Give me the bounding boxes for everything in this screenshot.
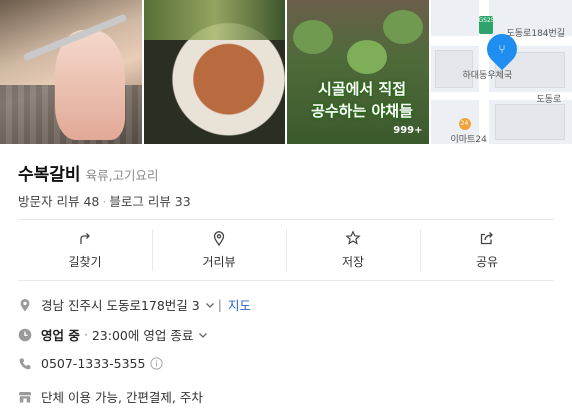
caption-line-1: 시골에서 직접 xyxy=(317,80,407,98)
photo-caption: 시골에서 직접 공수하는 야채들 xyxy=(297,78,427,122)
leaf-shape xyxy=(293,20,333,54)
address-row: 경남 진주시 도동로178번길 3 | 지도 xyxy=(18,295,251,314)
share-label: 공유 xyxy=(475,255,499,269)
blog-reviews-link[interactable]: 블로그 리뷰 33 xyxy=(109,194,190,209)
street-view-icon xyxy=(213,231,225,246)
address-text: 경남 진주시 도동로178번길 3 xyxy=(41,298,200,313)
store-icon xyxy=(18,391,32,402)
photo-gallery: 시골에서 직접 공수하는 야채들 999+ 도동로184번길 도동로 하대동우체… xyxy=(0,0,572,144)
phone-icon xyxy=(19,358,31,369)
gallery-map-thumbnail[interactable]: 도동로184번길 도동로 하대동우체국 이마트24 GS25 24 ⑂ xyxy=(430,0,572,144)
phone-number[interactable]: 0507-1333-5355 xyxy=(41,356,145,371)
map-road-label: 도동로 xyxy=(536,95,562,105)
map-poi-label: 하대동우체국 xyxy=(462,71,513,81)
map-block xyxy=(494,104,565,140)
star-icon xyxy=(345,230,361,245)
directions-button[interactable]: 길찾기 xyxy=(18,229,152,271)
gallery-photo-grilled-pork[interactable] xyxy=(0,0,142,144)
phone-row: 0507-1333-5355 xyxy=(18,356,164,371)
share-button[interactable]: 공유 xyxy=(420,229,554,271)
divider xyxy=(18,219,554,220)
hours-row[interactable]: 영업 중 · 23:00에 영업 종료 xyxy=(18,325,209,344)
separator-dot: · xyxy=(83,327,88,342)
place-category[interactable]: 육류,고기요리 xyxy=(86,165,159,184)
place-title-row: 수복갈비 육류,고기요리 xyxy=(18,160,159,185)
divider xyxy=(18,280,554,281)
amenities-text: 단체 이용 가능, 간편결제, 주차 xyxy=(41,390,203,405)
save-button[interactable]: 저장 xyxy=(286,229,420,271)
clock-icon xyxy=(18,328,32,341)
map-link[interactable]: 지도 xyxy=(228,295,251,314)
caption-line-2: 공수하는 야채들 xyxy=(311,102,413,120)
save-label: 저장 xyxy=(341,255,365,269)
separator-bar: | xyxy=(217,297,222,312)
leaf-shape xyxy=(383,10,423,44)
visitor-reviews-link[interactable]: 방문자 리뷰 48 xyxy=(18,194,99,209)
map-road-label: 도동로184번길 xyxy=(506,29,566,39)
separator-dot: · xyxy=(102,194,107,209)
open-status: 영업 중 xyxy=(41,328,80,343)
gs25-icon: GS25 xyxy=(478,16,495,34)
chevron-down-icon xyxy=(199,332,208,338)
directions-icon xyxy=(80,233,90,244)
photo-count-badge: 999+ xyxy=(393,125,423,136)
review-summary: 방문자 리뷰 48 · 블로그 리뷰 33 xyxy=(18,191,191,210)
info-icon[interactable] xyxy=(150,357,164,370)
place-name: 수복갈비 xyxy=(18,165,81,185)
leaf-shape xyxy=(347,40,387,74)
directions-label: 길찾기 xyxy=(68,255,102,269)
gallery-photo-vegetable-field[interactable]: 시골에서 직접 공수하는 야채들 999+ xyxy=(287,0,429,144)
chevron-down-icon[interactable] xyxy=(204,299,216,311)
amenities-row: 단체 이용 가능, 간편결제, 주차 xyxy=(18,387,203,406)
street-view-button[interactable]: 거리뷰 xyxy=(152,229,286,271)
side-dishes-shape xyxy=(143,0,285,40)
location-pin-icon xyxy=(20,298,30,311)
emart24-icon: 24 xyxy=(458,118,471,130)
meat-shape xyxy=(55,30,125,140)
gallery-photo-marinated-meat[interactable] xyxy=(143,0,285,144)
share-icon xyxy=(480,232,493,245)
map-mart-label: 이마트24 xyxy=(450,135,487,144)
street-view-label: 거리뷰 xyxy=(202,255,236,269)
closing-time: 23:00에 영업 종료 xyxy=(91,328,194,343)
action-bar: 길찾기 거리뷰 저장 공유 xyxy=(18,229,554,271)
